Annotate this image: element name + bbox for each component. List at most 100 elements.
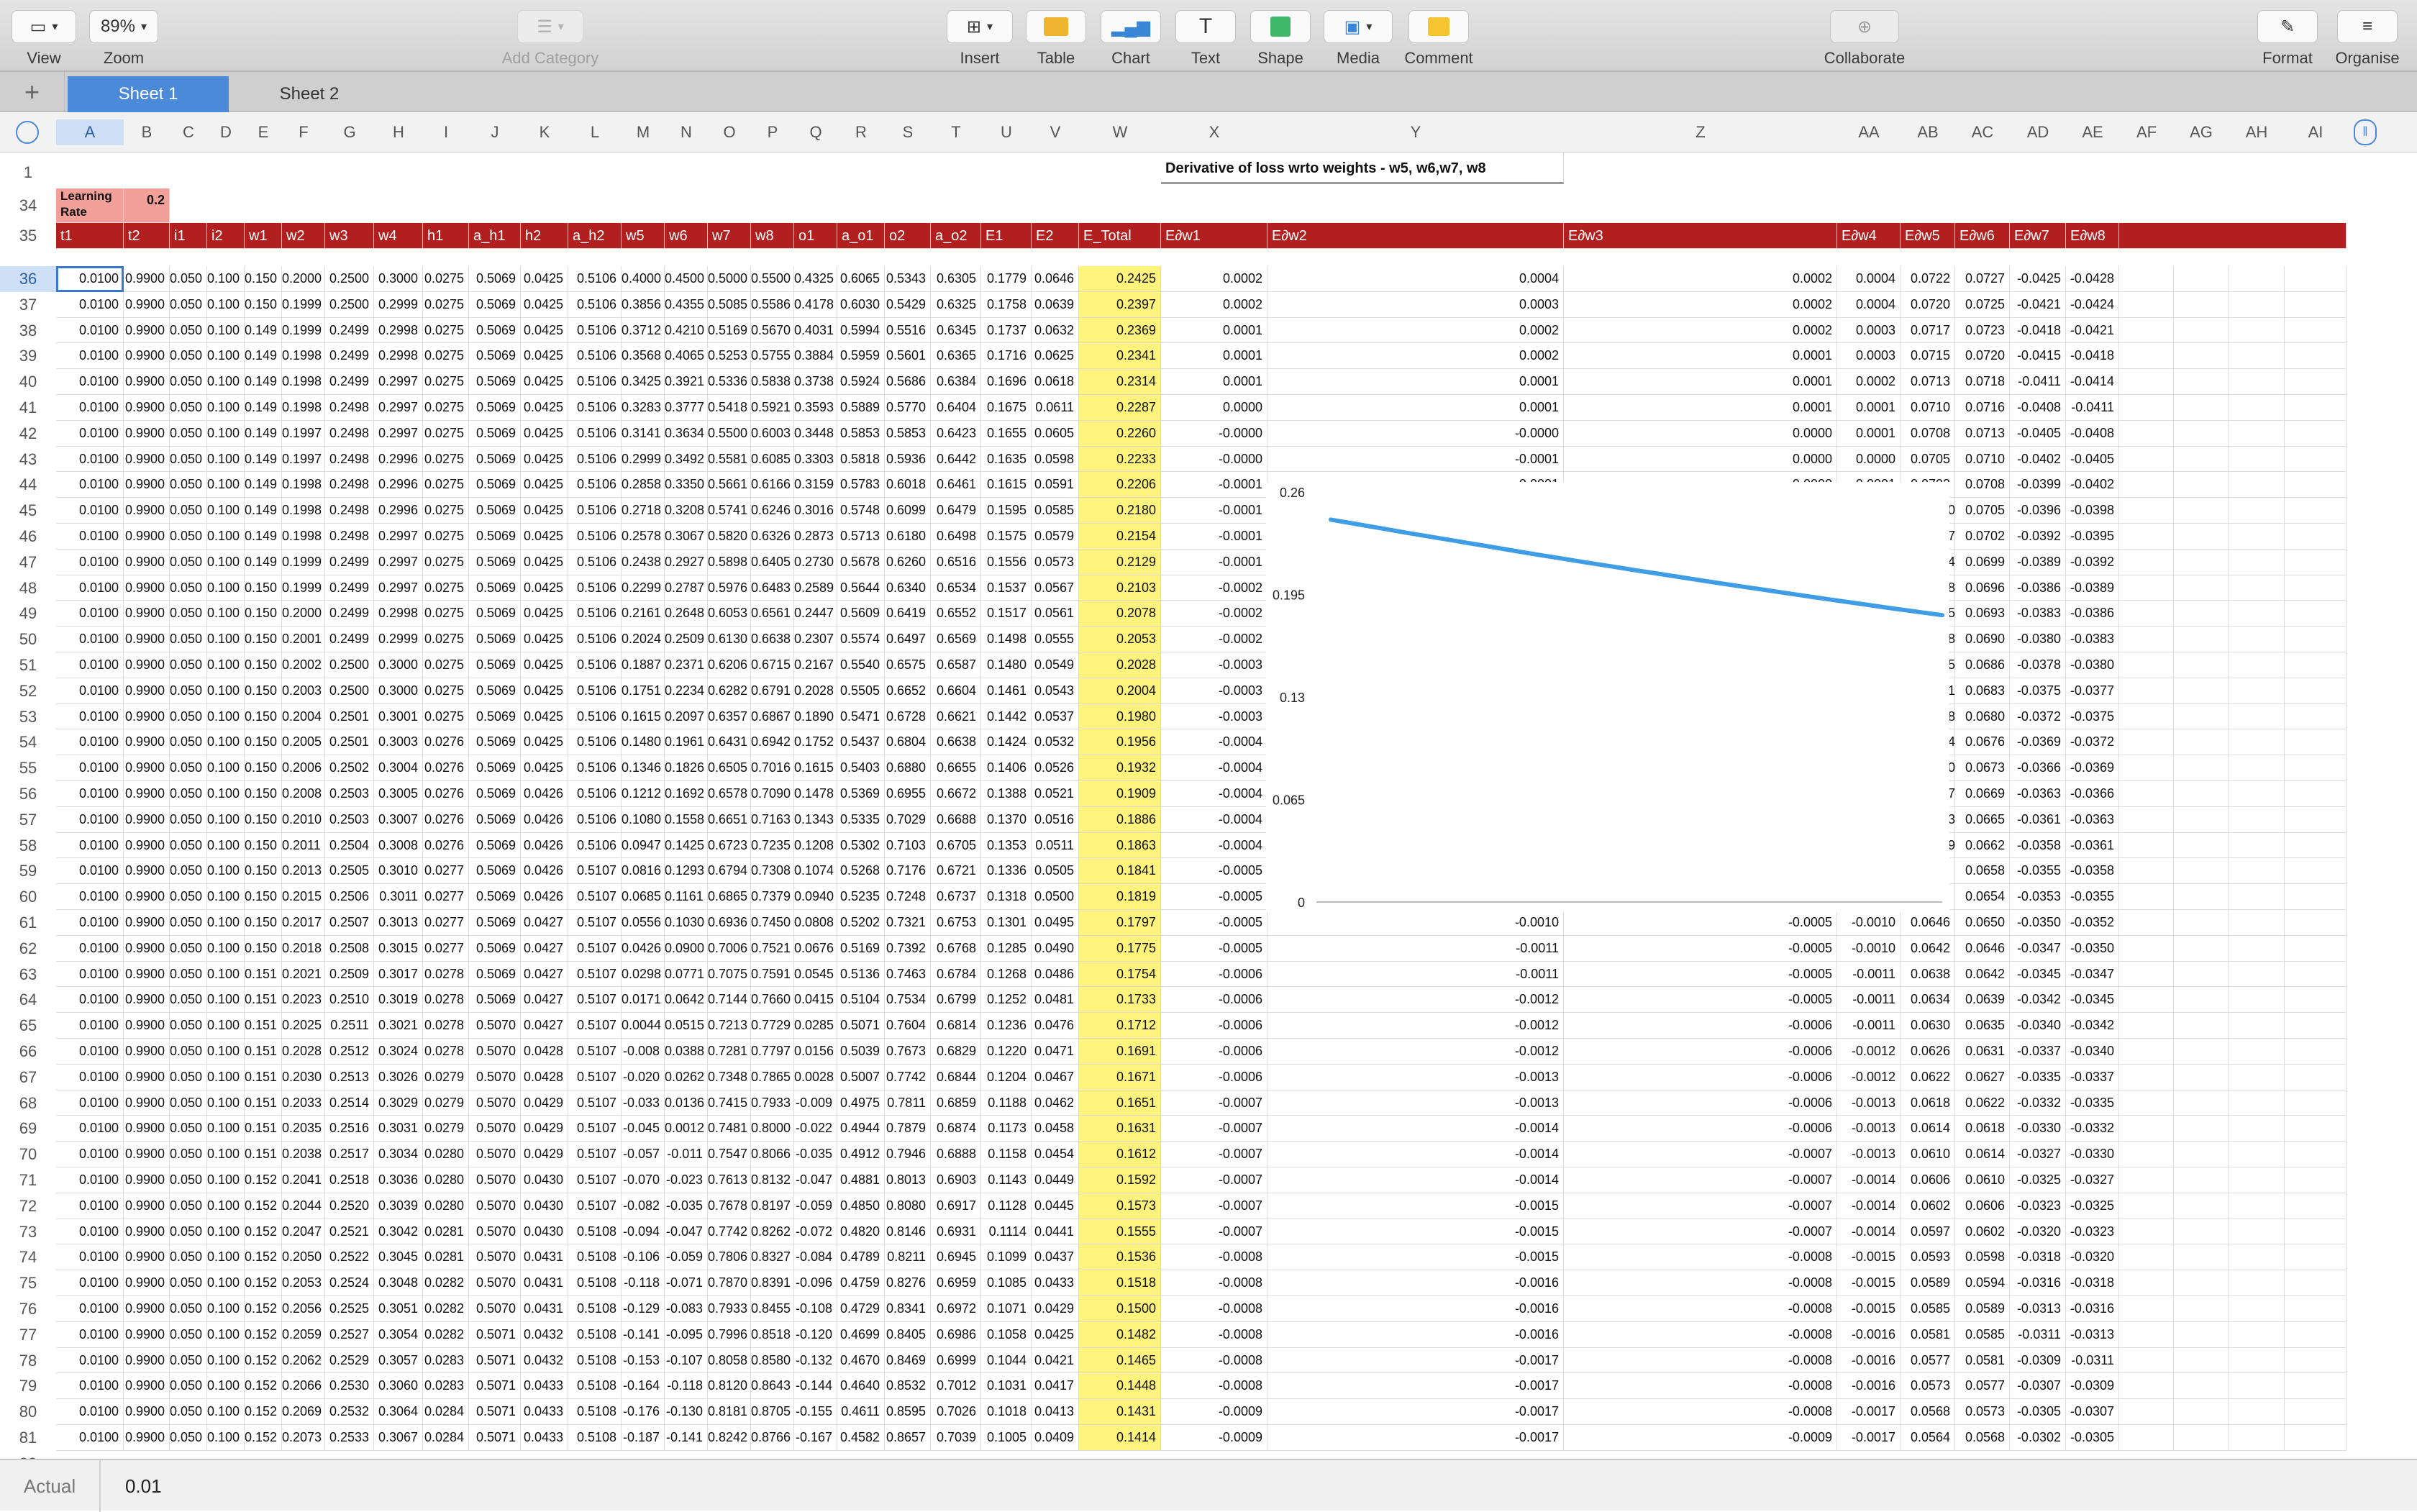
cell-i-46[interactable]: 0.0275 [423, 524, 469, 550]
cell-ag-67[interactable] [2174, 1064, 2229, 1090]
cell-s-58[interactable]: 0.7103 [885, 832, 931, 859]
cell-h-77[interactable]: 0.3054 [374, 1321, 423, 1348]
series-line-e-total[interactable] [1329, 517, 1944, 618]
cell-m-73[interactable]: -0.094 [622, 1219, 665, 1245]
cell-i-66[interactable]: 0.0278 [423, 1039, 469, 1065]
cell-d-41[interactable]: 0.100 [207, 395, 245, 421]
cell-d-53[interactable]: 0.100 [207, 703, 245, 730]
cell-ah-61[interactable] [2229, 910, 2285, 936]
cell-c-40[interactable]: 0.050 [170, 369, 207, 395]
cell-c-53[interactable]: 0.050 [170, 703, 207, 730]
cell-w-39[interactable]: 0.2341 [1079, 343, 1161, 370]
cell-e-66[interactable]: 0.151 [245, 1039, 282, 1065]
cell-l-54[interactable]: 0.5106 [568, 729, 622, 756]
cell-z-75[interactable]: -0.0008 [1564, 1270, 1837, 1296]
cell-r-55[interactable]: 0.5403 [837, 755, 885, 781]
cell-ab-40[interactable]: 0.0713 [1901, 369, 1955, 395]
cell-i-49[interactable]: 0.0275 [423, 601, 469, 627]
cell-w-45[interactable]: 0.2180 [1079, 498, 1161, 524]
cell-ac-60[interactable]: 0.0654 [1955, 884, 2010, 910]
cell-z-80[interactable]: -0.0008 [1564, 1399, 1837, 1425]
cell-h-50[interactable]: 0.2999 [374, 627, 423, 652]
cell-l-71[interactable]: 0.5107 [568, 1167, 622, 1193]
column-heading-17[interactable]: a_o1 [837, 223, 885, 249]
cell-b-70[interactable]: 0.9900 [124, 1142, 170, 1167]
cell-t-72[interactable]: 0.6917 [931, 1193, 981, 1219]
cell-f-55[interactable]: 0.2006 [282, 755, 325, 781]
cell-n-62[interactable]: 0.0900 [665, 935, 708, 962]
cell-m-59[interactable]: 0.0816 [622, 858, 665, 885]
cell-ah-37[interactable] [2229, 291, 2285, 318]
cell-ah-74[interactable] [2229, 1244, 2285, 1271]
cell-af-53[interactable] [2119, 703, 2174, 730]
cell-ae-63[interactable]: -0.0347 [2066, 961, 2119, 988]
cell-f-46[interactable]: 0.1998 [282, 524, 325, 550]
cell-m-81[interactable]: -0.187 [622, 1425, 665, 1451]
cell-j-66[interactable]: 0.5070 [469, 1039, 521, 1065]
cell-s-66[interactable]: 0.7673 [885, 1039, 931, 1065]
cell-i-64[interactable]: 0.0278 [423, 987, 469, 1014]
cell-u-53[interactable]: 0.1442 [981, 703, 1032, 730]
cell-q-36[interactable]: 0.4325 [794, 266, 837, 292]
cell-w-55[interactable]: 0.1932 [1079, 755, 1161, 781]
cell-a-55[interactable]: 0.0100 [56, 755, 124, 781]
cell-x-75[interactable]: -0.0008 [1161, 1270, 1267, 1296]
row-header-80[interactable]: 80 [0, 1399, 56, 1425]
cell-e-62[interactable]: 0.150 [245, 935, 282, 962]
cell-u-74[interactable]: 0.1099 [981, 1244, 1032, 1271]
column-header-ag[interactable]: AG [2174, 119, 2229, 145]
cell-ad-76[interactable]: -0.0313 [2010, 1296, 2066, 1322]
cell-s-52[interactable]: 0.6652 [885, 678, 931, 704]
cell-af-64[interactable] [2119, 987, 2174, 1014]
cell-s-56[interactable]: 0.6955 [885, 781, 931, 807]
cell-h-78[interactable]: 0.3057 [374, 1347, 423, 1374]
cell-ad-79[interactable]: -0.0307 [2010, 1373, 2066, 1400]
cell-v-71[interactable]: 0.0449 [1032, 1167, 1079, 1193]
cell-g-61[interactable]: 0.2507 [325, 910, 374, 936]
cell-o-68[interactable]: 0.7415 [708, 1090, 751, 1116]
cell-h-37[interactable]: 0.2999 [374, 291, 423, 318]
cell-a-76[interactable]: 0.0100 [56, 1296, 124, 1322]
cell-t-81[interactable]: 0.7039 [931, 1425, 981, 1451]
cell-ag-68[interactable] [2174, 1090, 2229, 1116]
cell-ad-36[interactable]: -0.0425 [2010, 266, 2066, 292]
cell-p-78[interactable]: 0.8580 [751, 1347, 794, 1374]
cell-v-59[interactable]: 0.0505 [1032, 858, 1079, 885]
cell-a-73[interactable]: 0.0100 [56, 1219, 124, 1245]
cell-p-68[interactable]: 0.7933 [751, 1090, 794, 1116]
cell-r-78[interactable]: 0.4670 [837, 1347, 885, 1374]
cell-j-37[interactable]: 0.5069 [469, 291, 521, 318]
cell-d-52[interactable]: 0.100 [207, 678, 245, 704]
cell-c-49[interactable]: 0.050 [170, 601, 207, 627]
column-header-v[interactable]: V [1032, 119, 1079, 145]
cell-g-37[interactable]: 0.2500 [325, 291, 374, 318]
row-header-54[interactable]: 54 [0, 729, 56, 755]
cell-w-63[interactable]: 0.1754 [1079, 961, 1161, 988]
cell-i-63[interactable]: 0.0278 [423, 961, 469, 988]
cell-ag-51[interactable] [2174, 652, 2229, 678]
cell-l-67[interactable]: 0.5107 [568, 1064, 622, 1090]
cell-ah-55[interactable] [2229, 755, 2285, 781]
cell-i-77[interactable]: 0.0282 [423, 1321, 469, 1348]
cell-ae-52[interactable]: -0.0377 [2066, 678, 2119, 704]
cell-ag-65[interactable] [2174, 1013, 2229, 1039]
cell-o-56[interactable]: 0.6578 [708, 781, 751, 807]
cell-ah-65[interactable] [2229, 1013, 2285, 1039]
cell-o-77[interactable]: 0.7996 [708, 1321, 751, 1348]
cell-ag-54[interactable] [2174, 729, 2229, 756]
cell-h-62[interactable]: 0.3015 [374, 935, 423, 962]
cell-ah-62[interactable] [2229, 935, 2285, 962]
cell-s-80[interactable]: 0.8595 [885, 1399, 931, 1425]
column-header-s[interactable]: S [885, 119, 931, 145]
cell-af-47[interactable] [2119, 549, 2174, 575]
cell-j-68[interactable]: 0.5070 [469, 1090, 521, 1116]
cell-ac-57[interactable]: 0.0665 [1955, 806, 2010, 833]
cell-e-48[interactable]: 0.150 [245, 575, 282, 601]
text-group[interactable]: T Text [1175, 10, 1236, 68]
cell-ag-38[interactable] [2174, 317, 2229, 344]
cell-a-52[interactable]: 0.0100 [56, 678, 124, 704]
cell-k-79[interactable]: 0.0433 [521, 1373, 568, 1400]
cell-k-66[interactable]: 0.0428 [521, 1039, 568, 1065]
cell-ac-46[interactable]: 0.0702 [1955, 524, 2010, 550]
cell-n-78[interactable]: -0.107 [665, 1347, 708, 1374]
